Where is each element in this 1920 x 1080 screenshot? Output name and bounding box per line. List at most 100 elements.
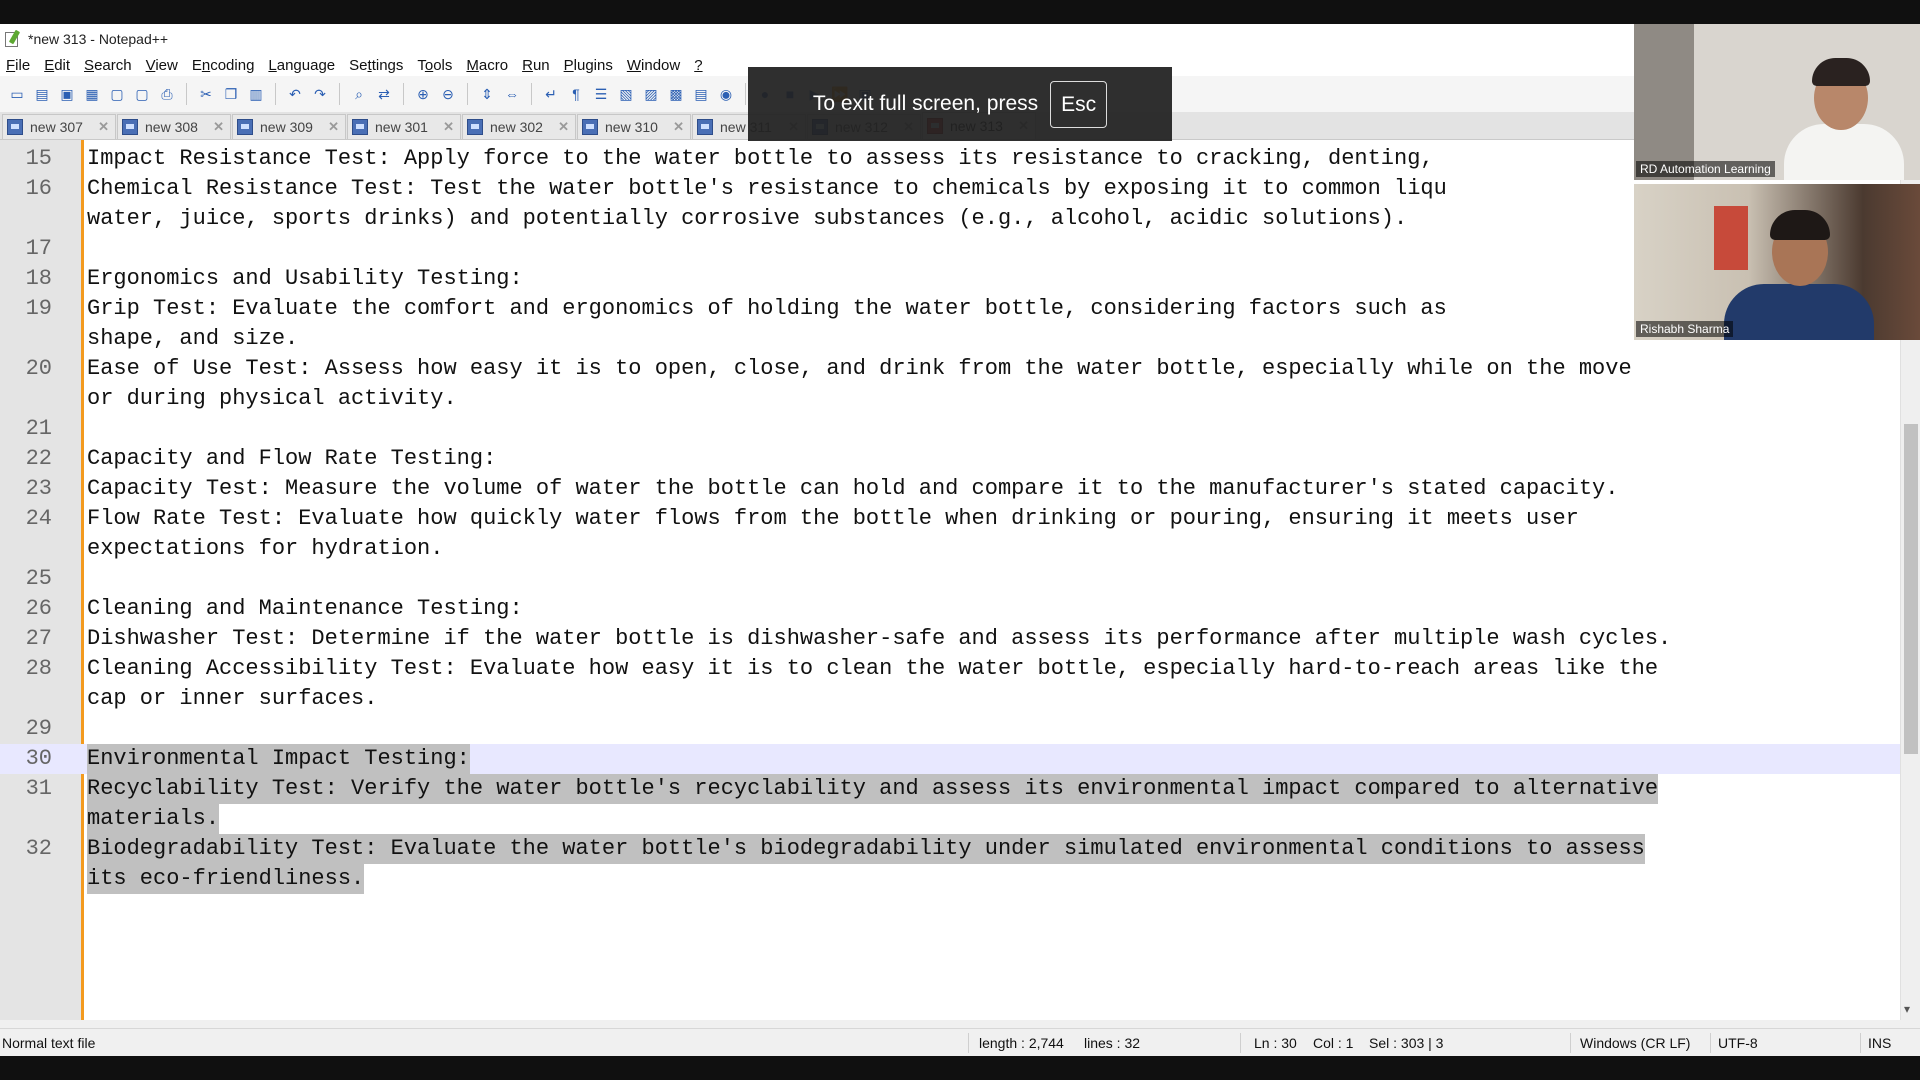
editor-line[interactable]: its eco-friendliness. [0,864,1900,894]
document-tab[interactable]: new 308 ✕ [117,114,231,139]
menu-item[interactable]: Run [515,57,557,74]
cut-icon[interactable]: ✂ [195,83,217,105]
editor-line[interactable]: 27 Dishwasher Test: Determine if the wate… [0,624,1900,654]
editor-line[interactable]: water, juice, sports drinks) and potenti… [0,204,1900,234]
line-text[interactable]: water, juice, sports drinks) and potenti… [87,204,1407,234]
editor-line[interactable]: expectations for hydration. [0,534,1900,564]
line-text[interactable]: or during physical activity. [87,384,457,414]
editor-line[interactable]: 28 Cleaning Accessibility Test: Evaluate … [0,654,1900,684]
line-text[interactable]: Ease of Use Test: Assess how easy it is … [87,354,1632,384]
editor-line[interactable]: 29 [0,714,1900,744]
selected-line-text[interactable]: Biodegradability Test: Evaluate the wate… [87,834,1645,864]
new-file-icon[interactable]: ▭ [6,83,28,105]
selected-line-text[interactable]: Recyclability Test: Verify the water bot… [87,774,1659,804]
document-tab[interactable]: new 301 ✕ [347,114,461,139]
undo-icon[interactable]: ↶ [284,83,306,105]
tab-close-icon[interactable]: ✕ [558,119,569,135]
editor-line[interactable]: 17 [0,234,1900,264]
line-text[interactable]: Dishwasher Test: Determine if the water … [87,624,1671,654]
line-text[interactable]: expectations for hydration. [87,534,443,564]
menu-item[interactable]: Macro [459,57,515,74]
line-text[interactable]: Ergonomics and Usability Testing: [87,264,523,294]
save-all-icon[interactable]: ▦ [81,83,103,105]
line-text[interactable]: Cleaning and Maintenance Testing: [87,594,523,624]
menu-item[interactable]: Tools [410,57,459,74]
tab-close-icon[interactable]: ✕ [98,119,109,135]
menu-item[interactable]: Window [620,57,687,74]
menu-item[interactable]: View [139,57,185,74]
scroll-down-icon[interactable]: ▾ [1904,1002,1910,1016]
tab-close-icon[interactable]: ✕ [673,119,684,135]
function-list-icon[interactable]: ▩ [665,83,687,105]
folder-workspace-icon[interactable]: ▤ [690,83,712,105]
menu-item[interactable]: Encoding [185,57,262,74]
document-tab[interactable]: new 310 ✕ [577,114,691,139]
menu-item[interactable]: Settings [342,57,410,74]
language-icon[interactable]: ▧ [615,83,637,105]
copy-icon[interactable]: ❐ [220,83,242,105]
line-text[interactable]: Grip Test: Evaluate the comfort and ergo… [87,294,1447,324]
editor-line[interactable]: cap or inner surfaces. [0,684,1900,714]
editor-line[interactable]: 20 Ease of Use Test: Assess how easy it i… [0,354,1900,384]
line-text[interactable]: Impact Resistance Test: Apply force to t… [87,144,1434,174]
editor-line[interactable]: shape, and size. [0,324,1900,354]
tab-close-icon[interactable]: ✕ [213,119,224,135]
menu-item[interactable]: Plugins [557,57,620,74]
redo-icon[interactable]: ↷ [309,83,331,105]
tab-close-icon[interactable]: ✕ [328,119,339,135]
open-file-icon[interactable]: ▤ [31,83,53,105]
find-icon[interactable]: ⌕ [348,83,370,105]
document-tab[interactable]: new 307 ✕ [2,114,116,139]
zoom-out-icon[interactable]: ⊖ [437,83,459,105]
editor-text[interactable]: 15 Impact Resistance Test: Apply force to… [0,144,1900,894]
sync-horizontal-icon[interactable]: ⇔ [501,83,523,105]
show-all-chars-icon[interactable]: ¶ [565,83,587,105]
replace-icon[interactable]: ⇄ [373,83,395,105]
monitoring-icon[interactable]: ◉ [715,83,737,105]
editor-line[interactable]: 21 [0,414,1900,444]
editor-line[interactable]: 22 Capacity and Flow Rate Testing: [0,444,1900,474]
close-icon[interactable]: ▢ [106,83,128,105]
editor-line[interactable]: materials. [0,804,1900,834]
menu-item[interactable]: Edit [37,57,77,74]
line-text[interactable]: Capacity and Flow Rate Testing: [87,444,496,474]
editor-line[interactable]: 31 Recyclability Test: Verify the water b… [0,774,1900,804]
zoom-in-icon[interactable]: ⊕ [412,83,434,105]
editor-line[interactable]: 23 Capacity Test: Measure the volume of w… [0,474,1900,504]
editor-line[interactable]: 16 Chemical Resistance Test: Test the wat… [0,174,1900,204]
indent-guide-icon[interactable]: ☰ [590,83,612,105]
editor-line[interactable]: or during physical activity. [0,384,1900,414]
word-wrap-icon[interactable]: ↵ [540,83,562,105]
line-text[interactable]: Chemical Resistance Test: Test the water… [87,174,1447,204]
editor-line[interactable]: 25 [0,564,1900,594]
line-text[interactable]: Cleaning Accessibility Test: Evaluate ho… [87,654,1658,684]
participant-video-2[interactable]: Rishabh Sharma [1634,184,1920,340]
save-icon[interactable]: ▣ [56,83,78,105]
line-text[interactable]: cap or inner surfaces. [87,684,377,714]
menu-item[interactable]: ? [687,57,709,74]
print-icon[interactable]: ⎙ [156,83,178,105]
selected-line-text[interactable]: materials. [87,804,220,834]
editor-line[interactable]: 30 Environmental Impact Testing: [0,744,1900,774]
sync-vertical-icon[interactable]: ⇕ [476,83,498,105]
editor-line[interactable]: 24 Flow Rate Test: Evaluate how quickly w… [0,504,1900,534]
line-text[interactable]: shape, and size. [87,324,298,354]
menu-item[interactable]: Language [261,57,342,74]
document-tab[interactable]: new 302 ✕ [462,114,576,139]
editor-line[interactable]: 15 Impact Resistance Test: Apply force to… [0,144,1900,174]
close-all-icon[interactable]: ▢ [131,83,153,105]
editor-line[interactable]: 19 Grip Test: Evaluate the comfort and er… [0,294,1900,324]
editor-line[interactable]: 32 Biodegradability Test: Evaluate the wa… [0,834,1900,864]
line-text[interactable]: Capacity Test: Measure the volume of wat… [87,474,1618,504]
document-tab[interactable]: new 309 ✕ [232,114,346,139]
editor-line[interactable]: 26 Cleaning and Maintenance Testing: [0,594,1900,624]
participant-video-1[interactable]: RD Automation Learning [1634,24,1920,180]
menu-item[interactable]: Search [77,57,139,74]
doc-map-icon[interactable]: ▨ [640,83,662,105]
selected-line-text[interactable]: its eco-friendliness. [87,864,365,894]
selected-line-text[interactable]: Environmental Impact Testing: [87,744,470,774]
editor-line[interactable]: 18 Ergonomics and Usability Testing: [0,264,1900,294]
tab-close-icon[interactable]: ✕ [443,119,454,135]
menu-item[interactable]: File [4,57,37,74]
scrollbar-thumb[interactable] [1904,424,1918,754]
